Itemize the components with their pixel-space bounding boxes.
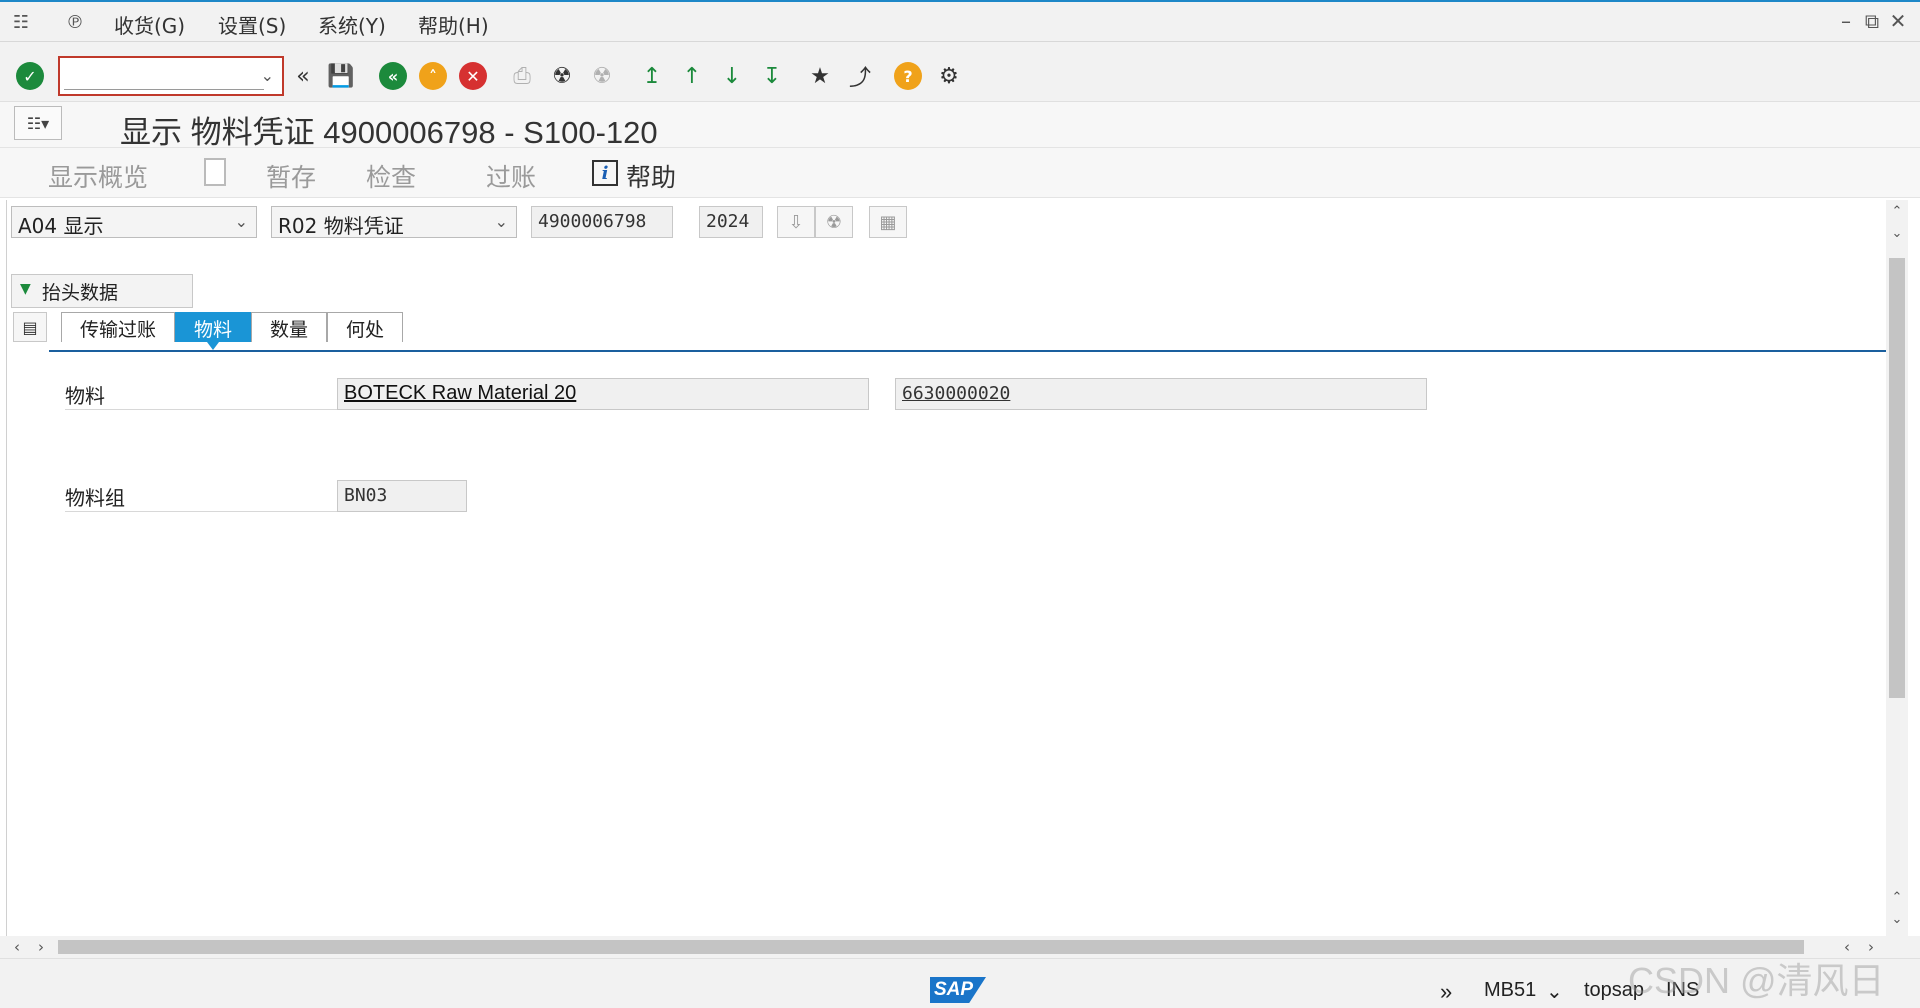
vertical-scrollbar[interactable]: ⌃ ⌄ ⌃ ⌄ bbox=[1886, 200, 1908, 936]
chevron-down-icon[interactable]: ⌄ bbox=[1546, 979, 1563, 1004]
find-icon[interactable]: ☢ bbox=[815, 206, 853, 238]
material-label: 物料 bbox=[65, 380, 345, 410]
scroll-up-icon[interactable]: ⌃ bbox=[1890, 204, 1904, 219]
scroll-right-icon[interactable]: › bbox=[1868, 938, 1874, 956]
print-icon[interactable]: ⎙ bbox=[507, 61, 537, 91]
scroll-up-icon[interactable]: ⌃ bbox=[1890, 890, 1904, 905]
material-group-label: 物料组 bbox=[65, 482, 345, 512]
menu-item-help[interactable]: 帮助(H) bbox=[418, 10, 489, 39]
material-description-value: BOTECK Raw Material 20 bbox=[344, 382, 577, 404]
header-data-label: 抬头数据 bbox=[42, 281, 119, 304]
close-icon[interactable]: ✕ bbox=[1886, 9, 1910, 33]
expand-status-icon[interactable]: » bbox=[1440, 979, 1452, 1005]
tab-transfer-posting[interactable]: 传输过账 bbox=[61, 312, 176, 342]
action-select-value: A04 显示 bbox=[18, 214, 104, 238]
reference-select[interactable]: R02 物料凭证 ⌄ bbox=[271, 206, 517, 238]
chevron-down-icon[interactable]: ⌄ bbox=[235, 212, 248, 231]
enter-icon[interactable]: ✓ bbox=[16, 62, 44, 90]
info-icon[interactable]: i bbox=[592, 160, 618, 186]
material-number-field[interactable]: 6630000020 bbox=[895, 378, 1427, 410]
scroll-down-icon[interactable]: ⌄ bbox=[1890, 226, 1904, 241]
content-area: A04 显示 ⌄ R02 物料凭证 ⌄ 4900006798 2024 ⇩ ☢ … bbox=[6, 200, 1887, 936]
scroll-down-icon[interactable]: ⌄ bbox=[1890, 912, 1904, 927]
save-icon[interactable]: 💾 bbox=[326, 61, 356, 91]
overview-button[interactable]: 显示概览 bbox=[48, 158, 148, 194]
tab-strip: 传输过账 物料 数量 何处 bbox=[61, 312, 404, 350]
scroll-right-icon[interactable]: › bbox=[38, 938, 44, 956]
tab-quantity[interactable]: 数量 bbox=[251, 312, 328, 342]
menu-item-system[interactable]: 系统(Y) bbox=[318, 10, 386, 39]
back-double-icon[interactable]: « bbox=[288, 61, 318, 91]
horizontal-scroll-thumb[interactable] bbox=[58, 940, 1804, 954]
scroll-left-icon[interactable]: ‹ bbox=[1844, 938, 1850, 956]
post-button[interactable]: 过账 bbox=[486, 158, 536, 194]
page-title: 显示 物料凭证 4900006798 - S100-120 bbox=[120, 115, 658, 150]
hold-button[interactable]: 暂存 bbox=[266, 158, 316, 194]
next-page-icon[interactable]: ↓ bbox=[717, 61, 747, 91]
tab-divider bbox=[49, 350, 1887, 352]
back-icon[interactable]: « bbox=[379, 62, 407, 90]
menu-icon[interactable]: ☷ bbox=[8, 10, 34, 34]
help-button[interactable]: 帮助 bbox=[626, 158, 676, 194]
help-icon[interactable]: ? bbox=[894, 62, 922, 90]
material-group-field[interactable]: BN03 bbox=[337, 480, 467, 512]
standard-toolbar: ✓ ⌄ « 💾 « ˄ ✕ ⎙ ☢ ☢ ↥ ↑ ↓ ↧ ★ ⤴ ? ⚙ bbox=[0, 42, 1920, 102]
check-button[interactable]: 检查 bbox=[366, 158, 416, 194]
system-name: topsap bbox=[1584, 979, 1645, 1001]
title-bar: ☷▾ 显示 物料凭证 4900006798 - S100-120 bbox=[0, 102, 1920, 150]
customize-icon[interactable]: ⚙ bbox=[934, 61, 964, 91]
cancel-icon[interactable]: ✕ bbox=[459, 62, 487, 90]
command-input[interactable] bbox=[64, 64, 264, 90]
horizontal-scrollbar[interactable]: ‹ › ‹ › bbox=[0, 936, 1920, 958]
shortcut-icon[interactable]: ⤴ bbox=[845, 61, 875, 91]
vertical-scroll-thumb[interactable] bbox=[1889, 258, 1905, 698]
create-session-icon[interactable]: ★ bbox=[805, 61, 835, 91]
find-next-icon[interactable]: ☢ bbox=[587, 61, 617, 91]
previous-page-icon[interactable]: ↑ bbox=[677, 61, 707, 91]
application-toolbar: 显示概览 暂存 检查 过账 i 帮助 bbox=[0, 148, 1920, 198]
menu-item-goods-receipt[interactable]: 收货(G) bbox=[114, 10, 185, 39]
document-number-field[interactable]: 4900006798 bbox=[531, 206, 673, 238]
find-icon[interactable]: ☢ bbox=[547, 61, 577, 91]
document-icon[interactable] bbox=[204, 158, 226, 186]
scroll-left-icon[interactable]: ‹ bbox=[14, 938, 20, 956]
tab-material[interactable]: 物料 bbox=[175, 312, 252, 350]
exit-icon[interactable]: ˄ bbox=[419, 62, 447, 90]
calculator-icon[interactable]: ▦ bbox=[869, 206, 907, 238]
restore-icon[interactable]: ⧉ bbox=[1860, 9, 1884, 33]
sap-menu-icon[interactable]: ℗ bbox=[62, 10, 88, 34]
chevron-down-icon[interactable]: ⌄ bbox=[261, 66, 274, 85]
expand-icon: ▼ bbox=[20, 281, 31, 297]
command-field[interactable]: ⌄ bbox=[58, 56, 284, 96]
menu-bar: ☷ ℗ 收货(G) 设置(S) 系统(Y) 帮助(H) – ⧉ ✕ bbox=[0, 0, 1920, 42]
sap-logo: SAP bbox=[930, 977, 986, 1003]
transaction-code[interactable]: MB51 bbox=[1484, 979, 1536, 1002]
minimize-icon[interactable]: – bbox=[1834, 9, 1858, 33]
execute-icon[interactable]: ⇩ bbox=[777, 206, 815, 238]
action-select[interactable]: A04 显示 ⌄ bbox=[11, 206, 257, 238]
material-number-value: 6630000020 bbox=[902, 383, 1011, 404]
tab-toggle-icon[interactable]: ▤ bbox=[13, 312, 47, 342]
tab-where[interactable]: 何处 bbox=[327, 312, 404, 342]
chevron-down-icon[interactable]: ⌄ bbox=[495, 212, 508, 231]
first-page-icon[interactable]: ↥ bbox=[637, 61, 667, 91]
material-description-field[interactable]: BOTECK Raw Material 20 bbox=[337, 378, 869, 410]
header-data-button[interactable]: ▼ 抬头数据 bbox=[11, 274, 193, 308]
input-mode[interactable]: INS bbox=[1666, 979, 1699, 1002]
menu-item-settings[interactable]: 设置(S) bbox=[218, 10, 286, 39]
last-page-icon[interactable]: ↧ bbox=[757, 61, 787, 91]
reference-select-value: R02 物料凭证 bbox=[278, 214, 404, 238]
status-bar: SAP » MB51 ⌄ topsap INS bbox=[0, 958, 1920, 1008]
year-field[interactable]: 2024 bbox=[699, 206, 763, 238]
title-menu-icon[interactable]: ☷▾ bbox=[14, 106, 62, 140]
